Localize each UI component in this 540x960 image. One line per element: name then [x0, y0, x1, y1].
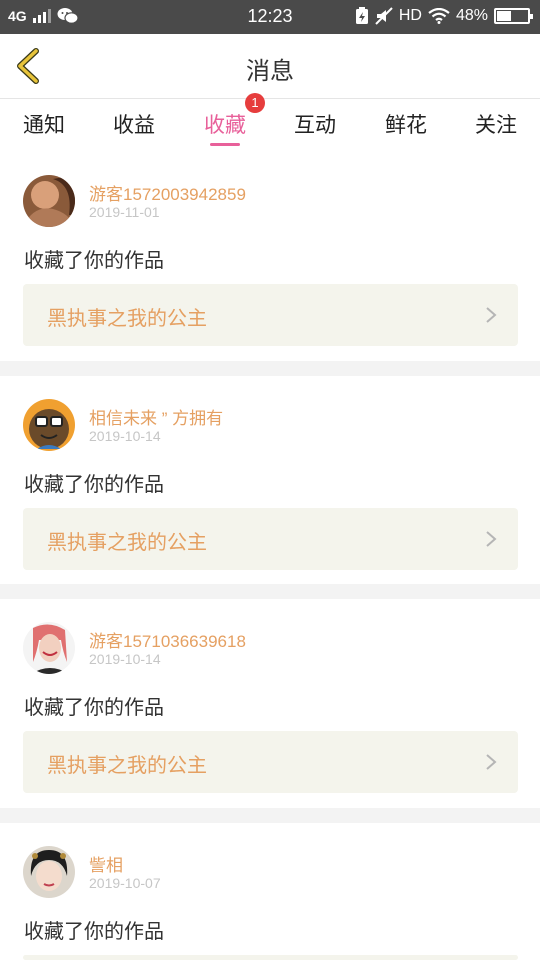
chevron-right-icon: [486, 531, 497, 547]
hd-indicator: HD: [398, 7, 422, 24]
date: 2019-10-07: [89, 875, 161, 891]
active-tab-indicator: [210, 143, 240, 146]
work-title: 黑执事之我的公主: [47, 753, 207, 777]
work-title: 黑执事之我的公主: [47, 530, 207, 554]
message-text: 收藏了你的作品: [24, 472, 164, 496]
work-link[interactable]: [23, 955, 518, 960]
notification-card: 游客1571036639618 2019-10-14 收藏了你的作品 黑执事之我…: [0, 599, 540, 808]
message-text: 收藏了你的作品: [24, 248, 164, 272]
date: 2019-10-14: [89, 651, 161, 667]
tab-earnings[interactable]: 收益: [99, 109, 169, 139]
tab-interactions[interactable]: 互动: [280, 109, 350, 139]
avatar[interactable]: [23, 846, 75, 898]
username[interactable]: 訾相: [89, 851, 123, 876]
status-right: HD 48%: [355, 7, 533, 25]
notification-card: 相信未来 ” 方拥有 2019-10-14 收藏了你的作品 黑执事之我的公主: [0, 376, 540, 584]
tab-badge: 1: [245, 93, 265, 113]
username[interactable]: 游客1572003942859: [89, 180, 246, 205]
avatar[interactable]: [23, 622, 75, 674]
page-title: 消息: [246, 57, 294, 85]
tab-follows[interactable]: 关注: [461, 109, 531, 139]
header: 消息: [0, 34, 540, 98]
wifi-icon: [428, 8, 450, 24]
tab-favorites[interactable]: 收藏: [190, 109, 260, 139]
username[interactable]: 游客1571036639618: [89, 627, 246, 652]
tab-flowers[interactable]: 鲜花: [371, 109, 441, 139]
work-link[interactable]: 黑执事之我的公主: [23, 284, 518, 346]
message-text: 收藏了你的作品: [24, 919, 164, 943]
chevron-right-icon: [486, 754, 497, 770]
work-link[interactable]: 黑执事之我的公主: [23, 508, 518, 570]
battery-fill: [497, 11, 511, 21]
notification-card: 訾相 2019-10-07 收藏了你的作品: [0, 823, 540, 960]
battery-percent: 48%: [455, 7, 488, 24]
notification-card: 游客1572003942859 2019-11-01 收藏了你的作品 黑执事之我…: [0, 152, 540, 361]
work-link[interactable]: 黑执事之我的公主: [23, 731, 518, 793]
work-title: 黑执事之我的公主: [47, 306, 207, 330]
date: 2019-10-14: [89, 428, 161, 444]
battery-icon: [494, 8, 533, 24]
avatar[interactable]: [23, 399, 75, 451]
username[interactable]: 相信未来 ” 方拥有: [89, 404, 223, 429]
mute-icon: [375, 7, 393, 25]
status-bar: 4G 12:23 HD 48%: [0, 0, 540, 34]
message-text: 收藏了你的作品: [24, 695, 164, 719]
battery-saver-icon: [355, 7, 368, 24]
tab-notifications[interactable]: 通知: [9, 109, 79, 139]
tab-bar: 通知 收益 收藏 互动 鲜花 关注: [0, 98, 540, 152]
date: 2019-11-01: [89, 204, 160, 220]
avatar[interactable]: [23, 175, 75, 227]
chevron-right-icon: [486, 307, 497, 323]
